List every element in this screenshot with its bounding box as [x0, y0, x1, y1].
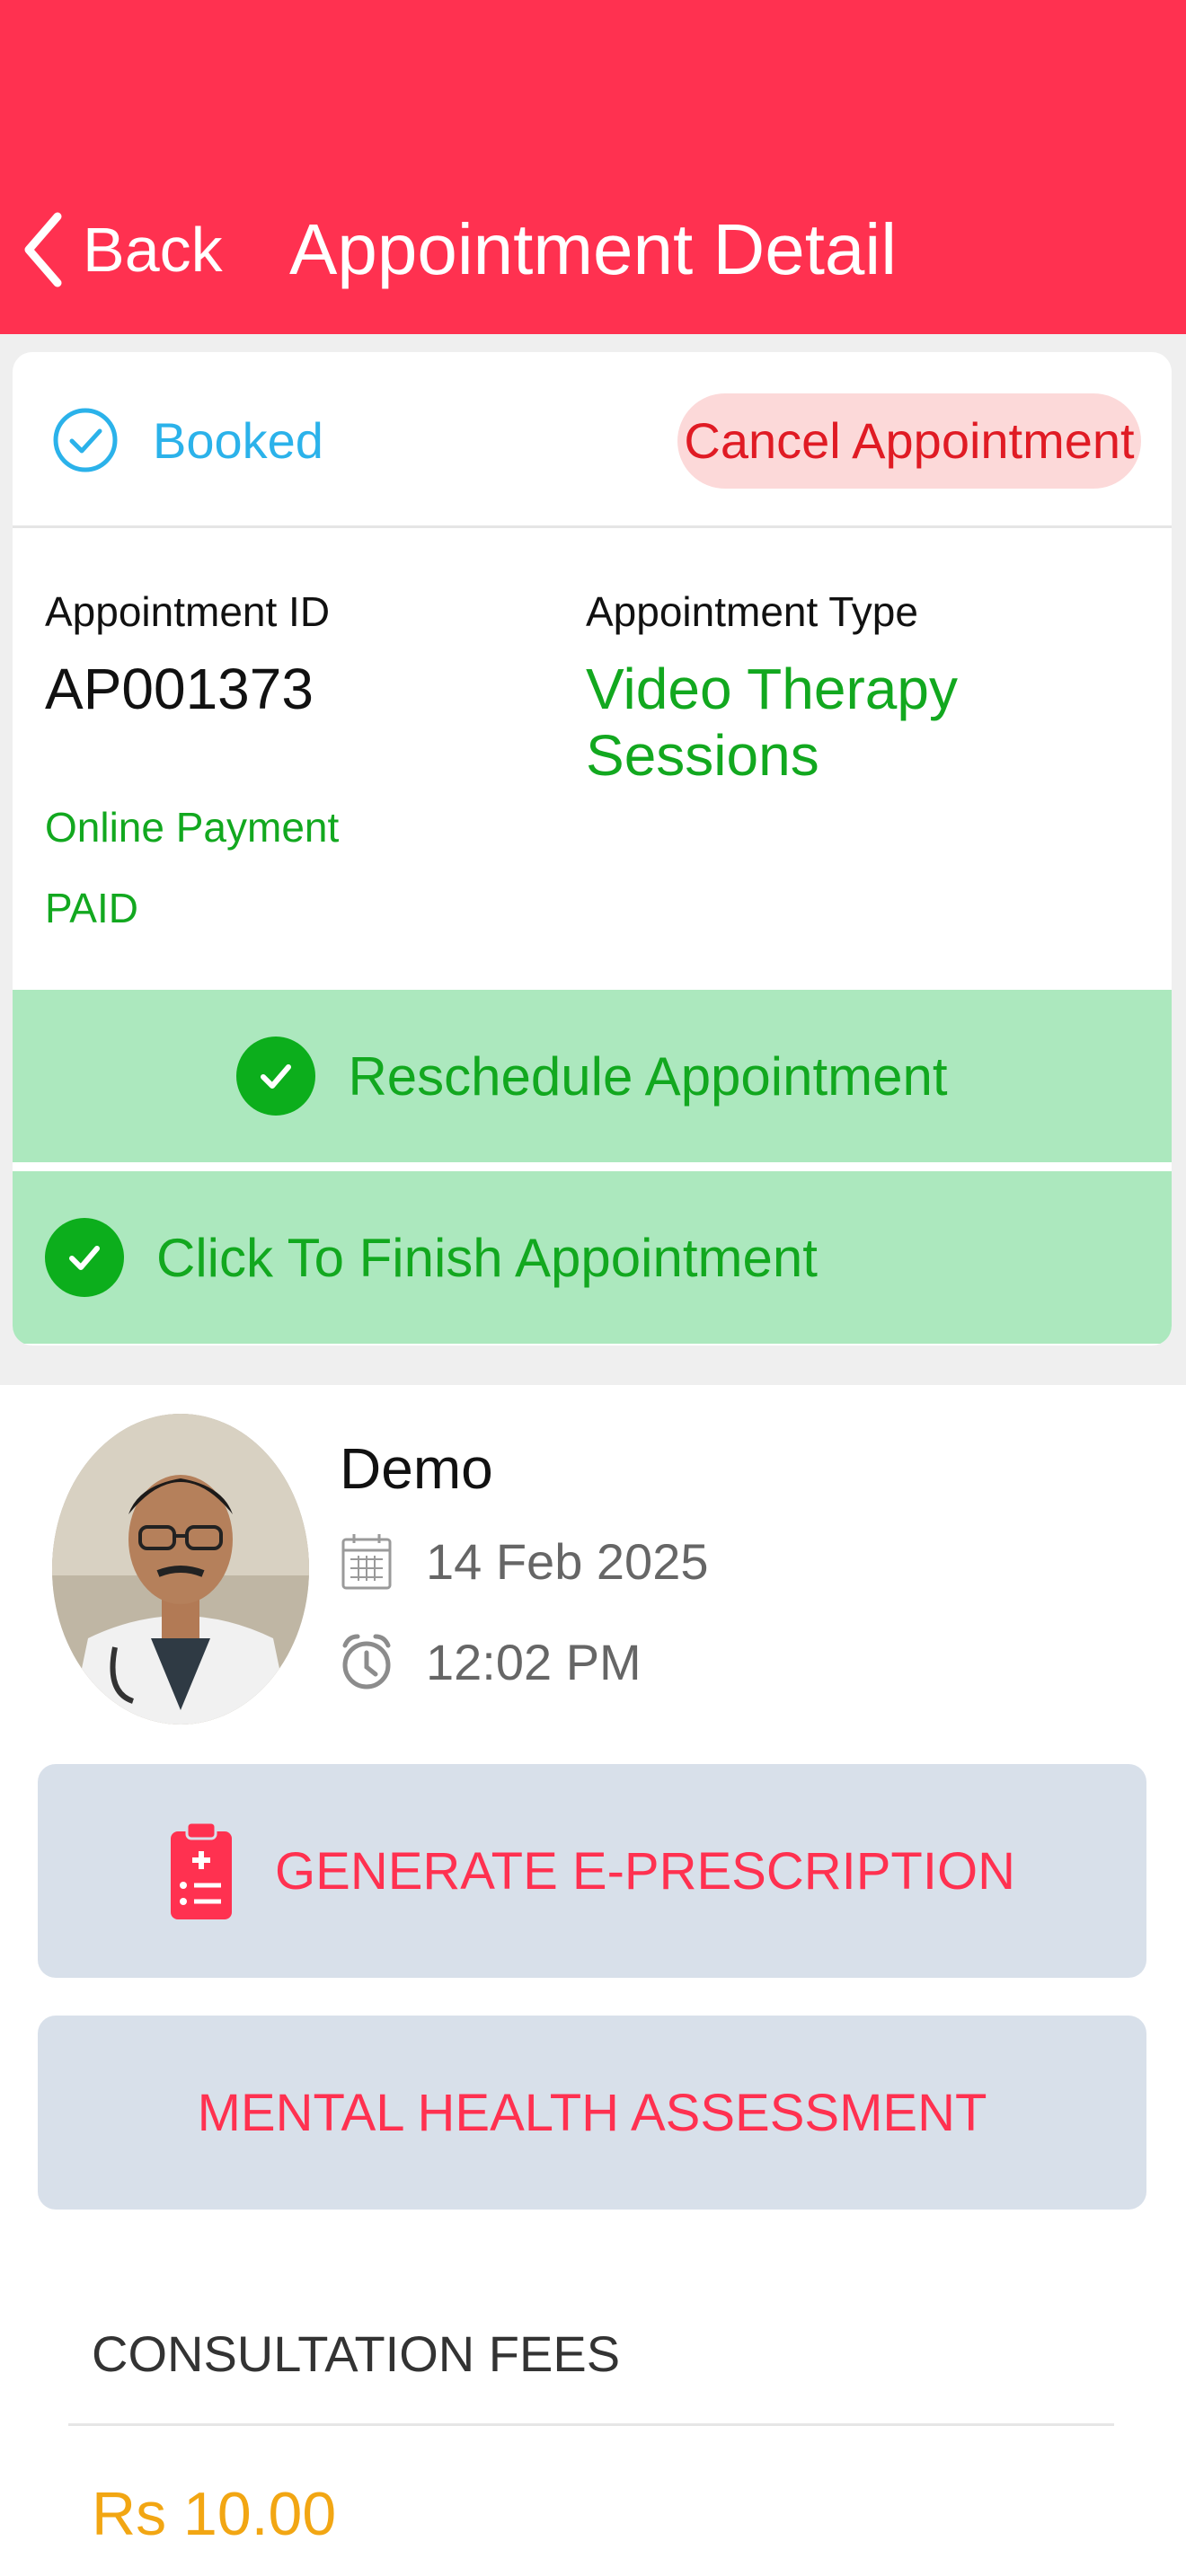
alarm-clock-icon [342, 1634, 391, 1689]
reschedule-appointment-button[interactable]: Reschedule Appointment [13, 990, 1172, 1162]
page-title: Appointment Detail [289, 209, 897, 289]
appointment-time-row: 12:02 PM [340, 1629, 642, 1694]
finish-label: Click To Finish Appointment [156, 1227, 818, 1288]
status-row: Booked Cancel Appointment [13, 352, 1172, 528]
appointment-card: Booked Cancel Appointment Appointment ID… [13, 352, 1172, 1345]
payment-status: PAID [45, 885, 138, 931]
appointment-type-value: Video Therapy Sessions [586, 657, 958, 788]
cancel-appointment-button[interactable]: Cancel Appointment [677, 393, 1141, 489]
appointment-id-label: Appointment ID [45, 588, 331, 635]
status-booked: Booked [52, 404, 323, 476]
calendar-icon [341, 1534, 392, 1590]
doctor-avatar [52, 1414, 309, 1725]
payment-method: Online Payment [45, 804, 340, 851]
appointment-type-label: Appointment Type [586, 588, 918, 635]
mental-health-assessment-button[interactable]: MENTAL HEALTH ASSESSMENT [38, 2016, 1146, 2210]
appointment-time: 12:02 PM [426, 1633, 642, 1690]
doctor-name: Demo [340, 1436, 493, 1501]
finish-appointment-button[interactable]: Click To Finish Appointment [13, 1171, 1172, 1344]
appointment-date-row: 14 Feb 2025 [340, 1529, 708, 1593]
check-circle-filled-icon [236, 1037, 316, 1116]
check-circle-icon [53, 408, 118, 472]
consultation-fees-value: Rs 10.00 [92, 2480, 337, 2548]
fees-divider [68, 2423, 1114, 2426]
generate-e-prescription-label: GENERATE E-PRESCRIPTION [275, 1841, 1015, 1901]
generate-e-prescription-button[interactable]: GENERATE E-PRESCRIPTION [38, 1764, 1146, 1978]
appointment-date: 14 Feb 2025 [426, 1532, 709, 1590]
check-circle-filled-icon [45, 1218, 124, 1297]
status-label: Booked [153, 411, 323, 469]
mental-health-assessment-label: MENTAL HEALTH ASSESSMENT [197, 2083, 987, 2142]
header-bar: Back Appointment Detail [0, 0, 1186, 334]
clipboard-prescription-icon [171, 1821, 233, 1919]
consultation-fees-label: CONSULTATION FEES [92, 2325, 621, 2382]
reschedule-label: Reschedule Appointment [348, 1045, 948, 1107]
appointment-id-value: AP001373 [45, 657, 314, 721]
